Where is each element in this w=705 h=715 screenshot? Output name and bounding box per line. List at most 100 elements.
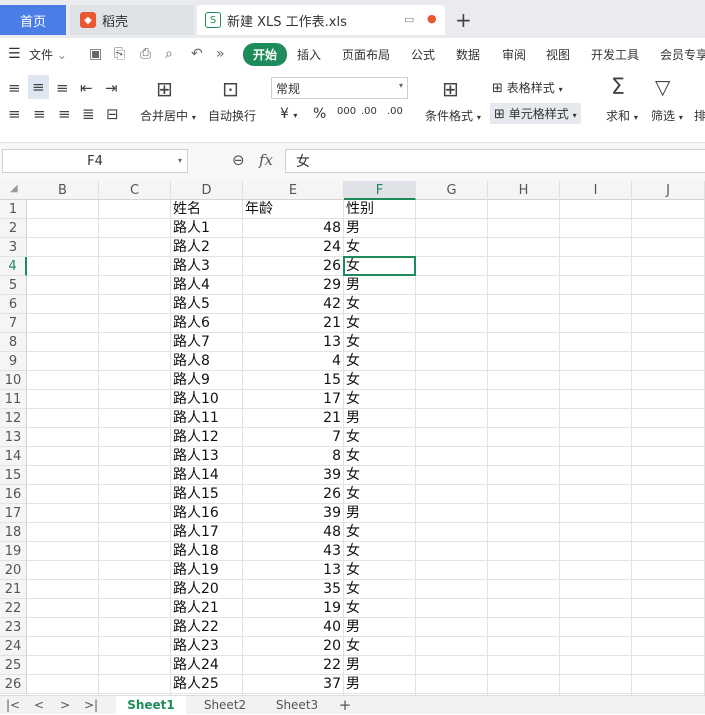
row-header[interactable]: 8 bbox=[0, 333, 27, 352]
first-sheet-button[interactable]: |< bbox=[4, 696, 22, 715]
cell-name[interactable]: 路人8 bbox=[173, 352, 240, 371]
cell-name[interactable]: 路人10 bbox=[173, 390, 240, 409]
save-icon[interactable]: ▣ bbox=[89, 46, 102, 62]
cell-gender[interactable]: 男 bbox=[346, 656, 413, 675]
cell-age[interactable]: 48 bbox=[245, 523, 341, 542]
menu-file[interactable]: 文件 ⌄ bbox=[29, 46, 67, 63]
sum-icon[interactable]: Σ bbox=[611, 75, 625, 100]
cell-header-name[interactable]: 姓名 bbox=[173, 200, 240, 219]
column-header-j[interactable]: J bbox=[632, 181, 705, 200]
menu-developer[interactable]: 开发工具 bbox=[591, 46, 639, 63]
cell-age[interactable]: 35 bbox=[245, 580, 341, 599]
distribute-icon[interactable]: ⊟ bbox=[106, 105, 119, 123]
row-header[interactable]: 19 bbox=[0, 542, 27, 561]
cell-age[interactable]: 42 bbox=[245, 295, 341, 314]
cell-name[interactable]: 路人2 bbox=[173, 238, 240, 257]
cell-name[interactable]: 路人6 bbox=[173, 314, 240, 333]
row-header[interactable]: 26 bbox=[0, 675, 27, 694]
add-sheet-button[interactable]: + bbox=[336, 696, 354, 715]
row-header[interactable]: 15 bbox=[0, 466, 27, 485]
row-header[interactable]: 25 bbox=[0, 656, 27, 675]
cell-age[interactable]: 20 bbox=[245, 637, 341, 656]
cell-gender[interactable]: 女 bbox=[346, 428, 413, 447]
align-left-2-icon[interactable]: ≡ bbox=[8, 105, 21, 123]
column-header-e[interactable]: E bbox=[243, 181, 344, 200]
cell-age[interactable]: 21 bbox=[245, 314, 341, 333]
decimal-decrease-button[interactable]: .00 bbox=[387, 106, 403, 117]
prev-sheet-button[interactable]: < bbox=[30, 696, 48, 715]
row-header[interactable]: 17 bbox=[0, 504, 27, 523]
cell-header-gender[interactable]: 性别 bbox=[346, 200, 413, 219]
cell-gender[interactable]: 女 bbox=[346, 523, 413, 542]
row-header[interactable]: 9 bbox=[0, 352, 27, 371]
export-icon[interactable]: ⎘ bbox=[114, 46, 125, 62]
cell-name[interactable]: 路人24 bbox=[173, 656, 240, 675]
cell-name[interactable]: 路人15 bbox=[173, 485, 240, 504]
next-sheet-button[interactable]: > bbox=[56, 696, 74, 715]
sort-button[interactable]: 排 bbox=[694, 107, 705, 124]
fx-button[interactable]: fx bbox=[259, 151, 273, 169]
indent-increase-icon[interactable]: ⇥ bbox=[105, 79, 118, 97]
tab-document[interactable]: S 新建 XLS 工作表.xls ▭ ● bbox=[197, 5, 445, 35]
merge-center-button[interactable]: 合并居中 ▾ bbox=[140, 107, 196, 124]
row-header[interactable]: 7 bbox=[0, 314, 27, 333]
cell-gender[interactable]: 女 bbox=[346, 238, 413, 257]
cell-name[interactable]: 路人19 bbox=[173, 561, 240, 580]
hamburger-icon[interactable]: ☰ bbox=[8, 46, 21, 62]
cell-age[interactable]: 19 bbox=[245, 599, 341, 618]
row-header[interactable]: 21 bbox=[0, 580, 27, 599]
row-header[interactable]: 22 bbox=[0, 599, 27, 618]
cell-name[interactable]: 路人22 bbox=[173, 618, 240, 637]
row-header[interactable]: 20 bbox=[0, 561, 27, 580]
cell-gender[interactable]: 男 bbox=[346, 618, 413, 637]
row-header[interactable]: 5 bbox=[0, 276, 27, 295]
new-tab-button[interactable]: + bbox=[455, 5, 472, 35]
decimal-increase-button[interactable]: .00 bbox=[361, 106, 377, 117]
menu-view[interactable]: 视图 bbox=[546, 46, 570, 63]
cell-name[interactable]: 路人21 bbox=[173, 599, 240, 618]
cell-gender[interactable]: 女 bbox=[346, 580, 413, 599]
cell-gender[interactable]: 女 bbox=[346, 352, 413, 371]
row-header[interactable]: 14 bbox=[0, 447, 27, 466]
number-format-select[interactable]: 常规 ▾ bbox=[271, 77, 408, 99]
preview-icon[interactable]: ⌕ bbox=[165, 46, 173, 62]
print-icon[interactable]: ⎙ bbox=[140, 46, 151, 62]
row-header[interactable]: 12 bbox=[0, 409, 27, 428]
row-header[interactable]: 10 bbox=[0, 371, 27, 390]
menu-insert[interactable]: 插入 bbox=[297, 46, 321, 63]
cell-age[interactable]: 39 bbox=[245, 466, 341, 485]
sum-button[interactable]: 求和 ▾ bbox=[606, 107, 638, 124]
column-header-f[interactable]: F bbox=[344, 181, 416, 200]
unsaved-dot-icon[interactable]: ● bbox=[427, 12, 437, 25]
row-header[interactable]: 2 bbox=[0, 219, 27, 238]
menu-start[interactable]: 开始 bbox=[243, 43, 288, 66]
undo-icon[interactable]: ↶ bbox=[191, 46, 203, 62]
align-bottom-icon[interactable]: ≡ bbox=[56, 79, 69, 97]
column-header-c[interactable]: C bbox=[99, 181, 171, 200]
cell-name[interactable]: 路人1 bbox=[173, 219, 240, 238]
cell-gender[interactable]: 女 bbox=[346, 599, 413, 618]
cell-gender[interactable]: 男 bbox=[346, 504, 413, 523]
cell-gender[interactable]: 男 bbox=[346, 276, 413, 295]
sheet-tab-sheet2[interactable]: Sheet2 bbox=[192, 696, 258, 715]
menu-page-layout[interactable]: 页面布局 bbox=[342, 46, 390, 63]
row-header[interactable]: 16 bbox=[0, 485, 27, 504]
wrap-text-icon[interactable]: ⊡ bbox=[222, 77, 239, 101]
cell-gender[interactable]: 女 bbox=[346, 371, 413, 390]
column-header-i[interactable]: I bbox=[560, 181, 632, 200]
sheet-tab-sheet3[interactable]: Sheet3 bbox=[264, 696, 330, 715]
table-style-button[interactable]: ⊞ 表格样式 ▾ bbox=[492, 79, 563, 96]
cell-name[interactable]: 路人13 bbox=[173, 447, 240, 466]
cell-gender[interactable]: 男 bbox=[346, 409, 413, 428]
column-header-b[interactable]: B bbox=[27, 181, 99, 200]
row-header[interactable]: 4 bbox=[0, 257, 27, 276]
formula-input[interactable]: 女 bbox=[285, 149, 705, 173]
cell-name[interactable]: 路人11 bbox=[173, 409, 240, 428]
row-header[interactable]: 11 bbox=[0, 390, 27, 409]
cell-age[interactable]: 26 bbox=[245, 485, 341, 504]
cell-name[interactable]: 路人14 bbox=[173, 466, 240, 485]
select-all-icon[interactable]: ◢ bbox=[10, 183, 18, 194]
conditional-format-icon[interactable]: ⊞ bbox=[442, 77, 459, 101]
cell-age[interactable]: 26 bbox=[245, 257, 341, 276]
align-left-icon[interactable]: ≡ bbox=[8, 79, 21, 97]
